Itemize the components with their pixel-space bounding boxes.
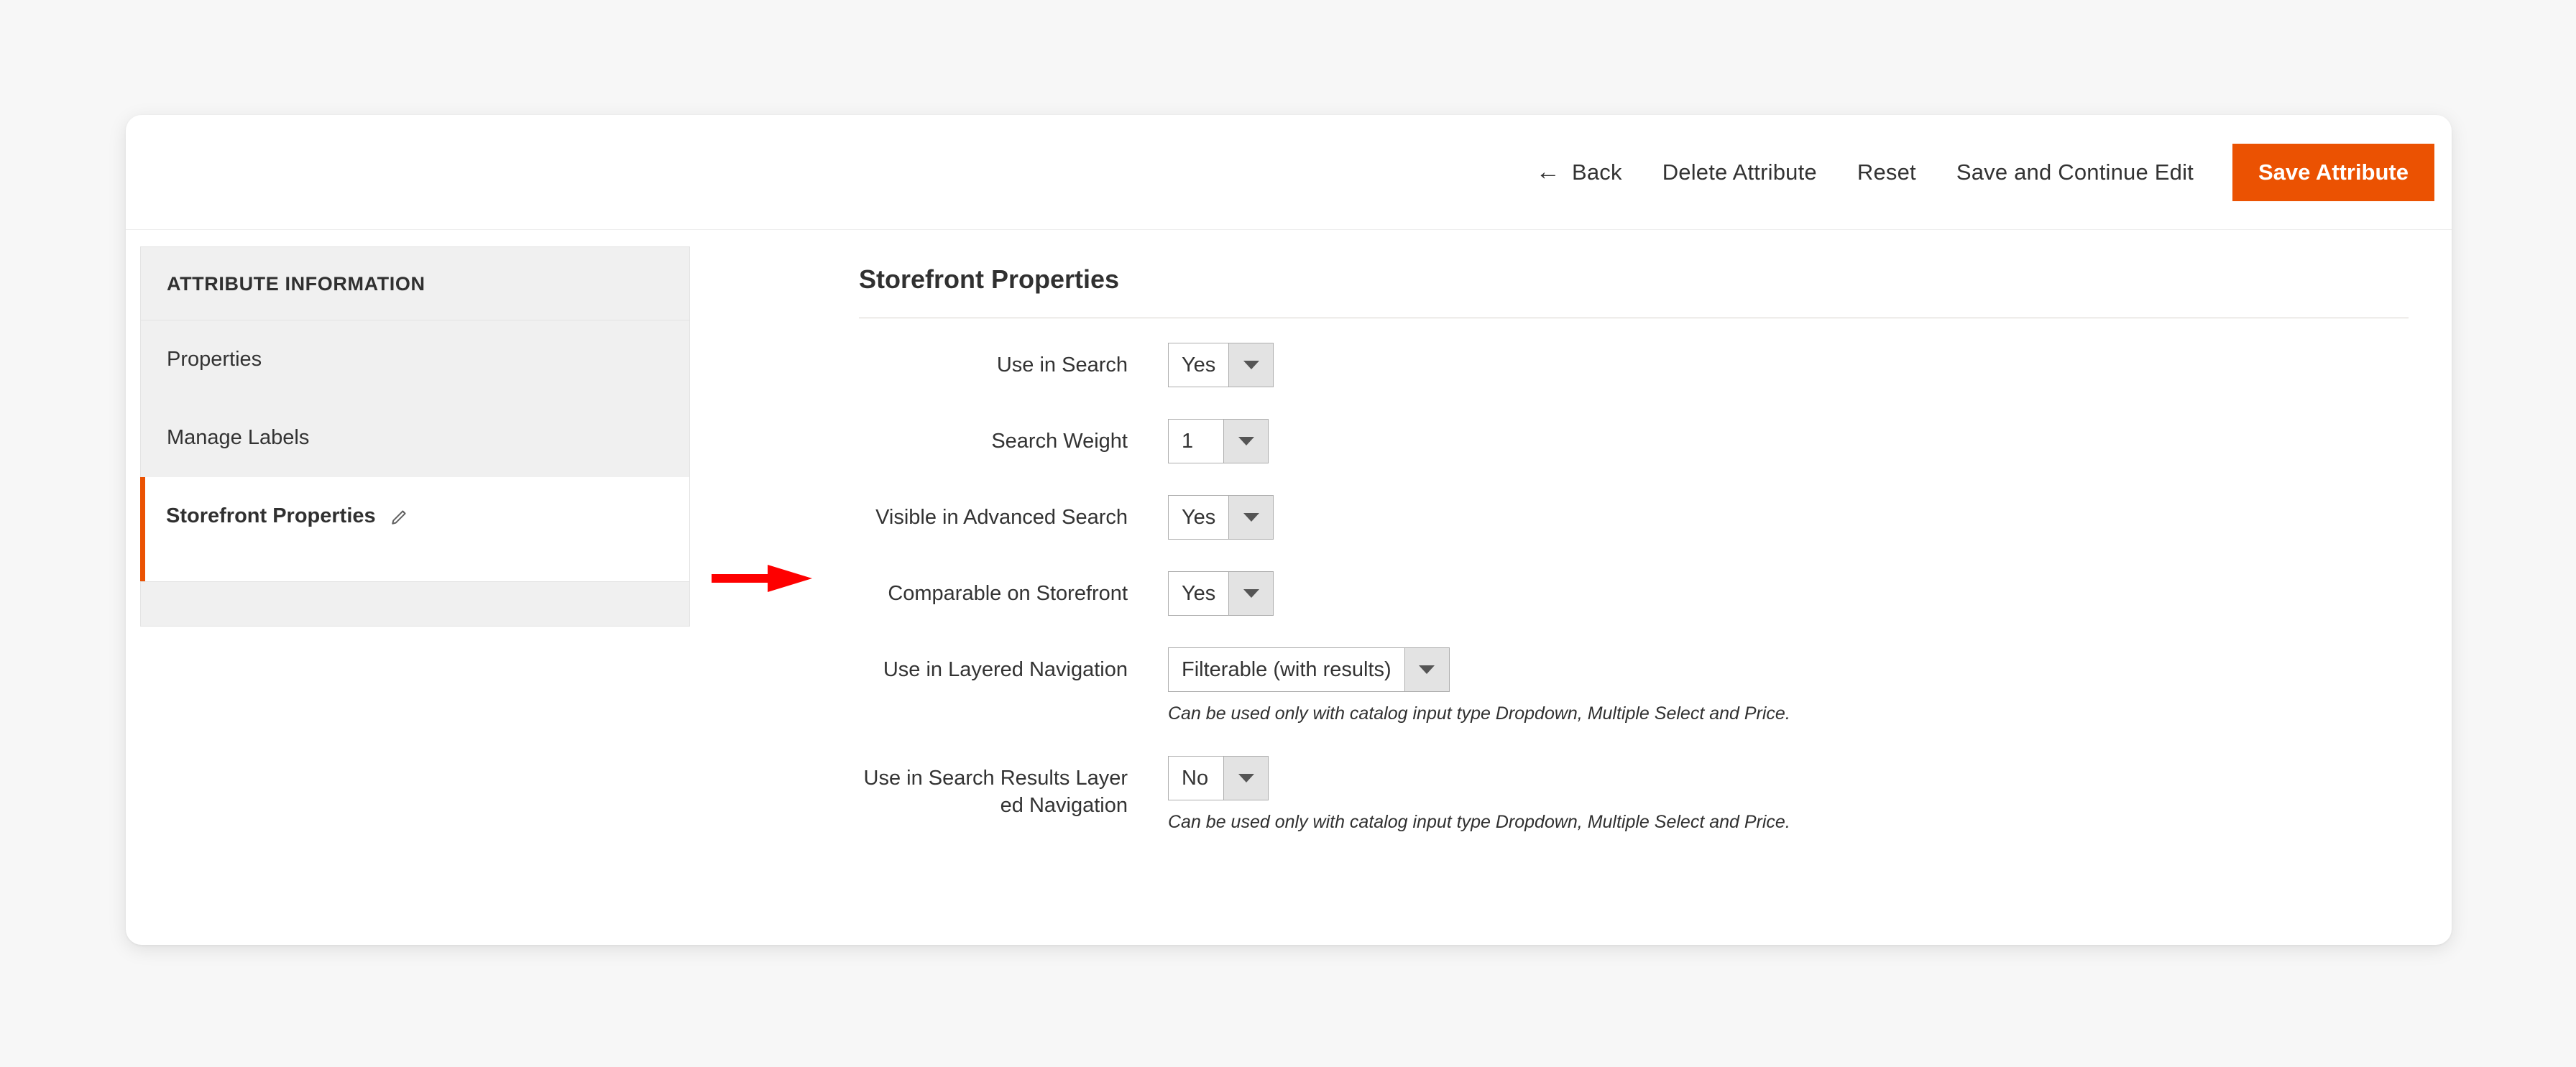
- sidebar-item-label: Manage Labels: [167, 426, 310, 449]
- field-visible-in-advanced-search: Visible in Advanced Search Yes: [859, 495, 2409, 540]
- field-hint: Can be used only with catalog input type…: [1168, 812, 1790, 832]
- field-control: Yes: [1168, 495, 1274, 540]
- attribute-edit-card: ← Back Delete Attribute Reset Save and C…: [126, 115, 2452, 945]
- sidebar-item-list: Properties Manage Labels Storefront Prop…: [140, 320, 690, 582]
- chevron-down-icon[interactable]: [1228, 572, 1274, 615]
- use-in-search-results-layered-navigation-select[interactable]: No: [1168, 756, 1269, 800]
- back-button-label: Back: [1571, 159, 1622, 185]
- sidebar-item-label: Properties: [167, 348, 262, 371]
- storefront-properties-form: Storefront Properties Use in Search Yes …: [859, 244, 2409, 864]
- pencil-icon: [390, 507, 409, 526]
- field-hint: Can be used only with catalog input type…: [1168, 703, 1790, 724]
- field-control: 1: [1168, 419, 1269, 463]
- chevron-down-icon[interactable]: [1223, 757, 1268, 800]
- sidebar-item-storefront-properties[interactable]: Storefront Properties: [140, 477, 690, 581]
- field-search-weight: Search Weight 1: [859, 419, 2409, 463]
- field-label: Use in Layered Navigation: [883, 658, 1128, 681]
- field-comparable-on-storefront: Comparable on Storefront Yes: [859, 571, 2409, 616]
- reset-button[interactable]: Reset: [1837, 152, 1936, 193]
- select-value: Yes: [1169, 572, 1229, 615]
- search-weight-select[interactable]: 1: [1168, 419, 1269, 463]
- attribute-information-sidebar: ATTRIBUTE INFORMATION Properties Manage …: [140, 246, 690, 627]
- sidebar-item-properties[interactable]: Properties: [141, 320, 689, 399]
- field-label: Comparable on Storefront: [888, 582, 1128, 605]
- page-title: Storefront Properties: [859, 264, 1120, 294]
- field-label: Use in Search: [996, 354, 1128, 377]
- comparable-on-storefront-select[interactable]: Yes: [1168, 571, 1274, 616]
- chevron-down-icon[interactable]: [1404, 648, 1449, 691]
- field-control: Yes: [1168, 343, 1274, 387]
- sidebar-item-manage-labels[interactable]: Manage Labels: [141, 399, 689, 477]
- select-value: Filterable (with results): [1169, 648, 1404, 691]
- arrow-left-icon: ←: [1535, 157, 1560, 185]
- field-label: Use in Search Results Layered Navigation: [863, 767, 1128, 818]
- page-root: ← Back Delete Attribute Reset Save and C…: [0, 0, 2576, 1067]
- sidebar-item-label: Storefront Properties: [166, 504, 376, 527]
- select-value: 1: [1169, 420, 1223, 463]
- sidebar-header-title: ATTRIBUTE INFORMATION: [167, 273, 426, 295]
- field-control: No Can be used only with catalog input t…: [1168, 756, 1790, 833]
- select-value: No: [1169, 757, 1223, 800]
- field-control: Yes: [1168, 571, 1274, 616]
- back-button[interactable]: ← Back: [1516, 152, 1642, 193]
- select-value: Yes: [1169, 496, 1229, 539]
- chevron-down-icon[interactable]: [1228, 343, 1274, 387]
- field-use-in-layered-navigation: Use in Layered Navigation Filterable (wi…: [859, 647, 2409, 724]
- sidebar-header: ATTRIBUTE INFORMATION: [140, 246, 690, 320]
- field-use-in-search: Use in Search Yes: [859, 343, 2409, 387]
- delete-attribute-button[interactable]: Delete Attribute: [1642, 152, 1837, 193]
- chevron-down-icon[interactable]: [1223, 420, 1268, 463]
- field-use-in-search-results-layered-navigation: Use in Search Results Layered Navigation…: [859, 756, 2409, 833]
- visible-in-advanced-search-select[interactable]: Yes: [1168, 495, 1274, 540]
- chevron-down-icon[interactable]: [1228, 496, 1274, 539]
- use-in-search-select[interactable]: Yes: [1168, 343, 1274, 387]
- sidebar-footer-strip: [140, 582, 690, 627]
- page-actions-toolbar: ← Back Delete Attribute Reset Save and C…: [126, 115, 2452, 230]
- save-attribute-button[interactable]: Save Attribute: [2232, 143, 2434, 201]
- select-value: Yes: [1169, 343, 1229, 387]
- field-control: Filterable (with results) Can be used on…: [1168, 647, 1790, 724]
- field-label: Search Weight: [991, 430, 1128, 453]
- field-label: Visible in Advanced Search: [875, 506, 1128, 529]
- use-in-layered-navigation-select[interactable]: Filterable (with results): [1168, 647, 1450, 692]
- save-and-continue-edit-button[interactable]: Save and Continue Edit: [1936, 152, 2214, 193]
